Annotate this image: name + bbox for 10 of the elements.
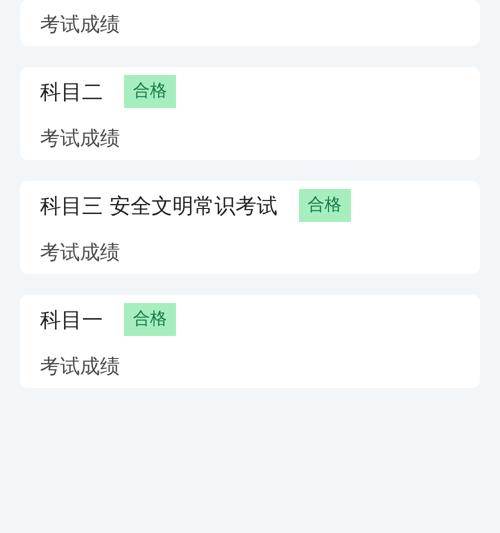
exam-score-label: 考试成绩 — [40, 240, 121, 264]
exam-score-label: 考试成绩 — [40, 354, 121, 378]
subject-title: 科目二 — [40, 78, 103, 106]
pass-badge: 合格 — [124, 75, 176, 108]
pass-badge: 合格 — [124, 303, 176, 336]
subject-title: 科目三 安全文明常识考试 — [40, 192, 278, 220]
exam-score-label: 考试成绩 — [40, 12, 121, 36]
pass-badge: 合格 — [298, 189, 351, 222]
subject-title: 科目一 — [40, 306, 103, 334]
exam-score-label: 考试成绩 — [40, 126, 121, 150]
